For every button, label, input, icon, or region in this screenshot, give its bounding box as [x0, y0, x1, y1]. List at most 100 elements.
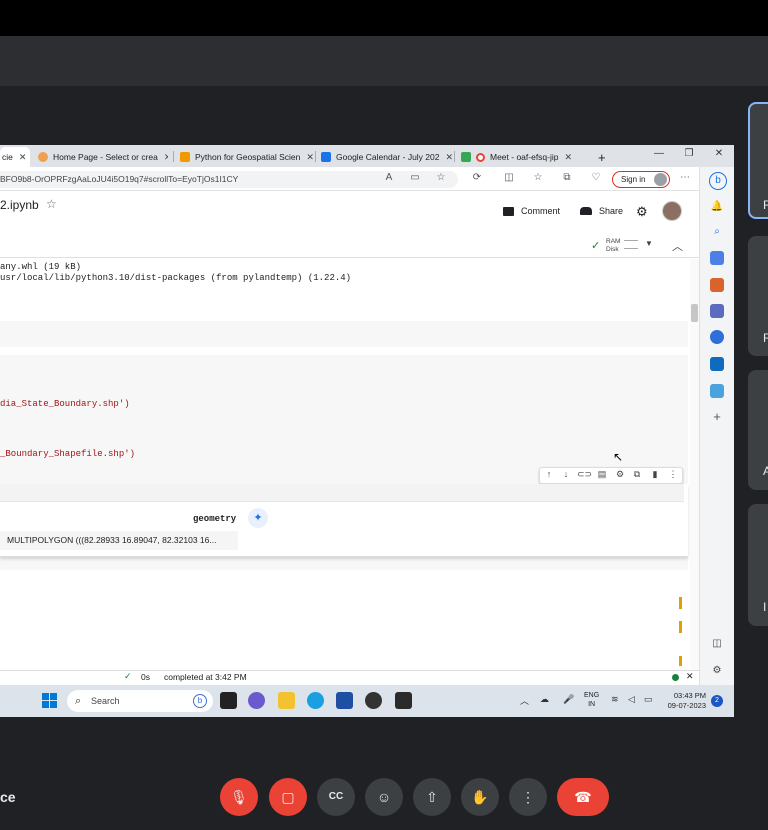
office-icon[interactable]: [710, 330, 724, 344]
mirror-cell-icon[interactable]: ⧉: [630, 469, 644, 480]
shield-icon[interactable]: ♡: [589, 172, 603, 183]
tab-colab[interactable]: cie ✕: [0, 147, 30, 167]
microphone-icon[interactable]: 🎤: [563, 694, 574, 705]
search-icon[interactable]: ⌕: [710, 225, 724, 239]
wifi-icon[interactable]: ≋: [611, 694, 619, 705]
raise-hand-button[interactable]: ✋: [461, 778, 499, 816]
move-down-icon[interactable]: ↓: [559, 469, 573, 479]
close-icon[interactable]: ✕: [19, 152, 27, 163]
dell-icon[interactable]: [365, 692, 382, 709]
empty-code-cell[interactable]: [0, 321, 688, 347]
resource-bars: [624, 240, 638, 256]
participant-tile[interactable]: R: [748, 236, 768, 356]
geometry-value-cell: MULTIPOLYGON (((82.28933 16.89047, 82.32…: [0, 531, 238, 550]
favorite-star-icon[interactable]: ☆: [434, 172, 448, 183]
avatar[interactable]: [662, 201, 682, 221]
close-icon[interactable]: ✕: [164, 152, 168, 163]
games-icon[interactable]: [710, 304, 724, 318]
close-icon[interactable]: ✕: [306, 152, 314, 163]
immersive-reader-icon[interactable]: ▭: [408, 172, 422, 183]
participant-tile[interactable]: I: [748, 504, 768, 626]
extension-icon[interactable]: ⟳: [470, 172, 484, 183]
sidebar-toggle-icon[interactable]: ◫: [710, 637, 724, 651]
store-icon[interactable]: [336, 692, 353, 709]
comment-button[interactable]: Comment: [503, 206, 560, 216]
file-explorer-icon[interactable]: [278, 692, 295, 709]
scroll-thumb[interactable]: [691, 304, 698, 322]
phone-hangup-icon: ☎: [574, 789, 592, 805]
present-button[interactable]: ⇧: [413, 778, 451, 816]
add-icon[interactable]: +: [710, 410, 724, 424]
microphone-off-button[interactable]: 🎙: [220, 778, 258, 816]
terminal-icon[interactable]: [395, 692, 412, 709]
tab-google-calendar[interactable]: Google Calendar - July 202 ✕: [321, 147, 452, 167]
drop-icon[interactable]: [710, 384, 724, 398]
end-call-button[interactable]: ☎: [557, 778, 609, 816]
check-icon: ✓: [124, 671, 132, 681]
cell-settings-icon[interactable]: ⚙: [613, 469, 627, 480]
camera-off-button[interactable]: ▢: [269, 778, 307, 816]
notebook-title[interactable]: 2.ipynb: [0, 198, 39, 212]
battery-icon[interactable]: ▭: [644, 694, 653, 705]
delete-icon[interactable]: ▮: [648, 469, 662, 480]
close-icon[interactable]: ✕: [445, 152, 452, 163]
windows-start-icon[interactable]: [42, 693, 58, 709]
close-icon[interactable]: ✕: [565, 152, 573, 163]
chevron-up-icon[interactable]: ︿: [520, 694, 529, 707]
gear-icon[interactable]: ⚙: [636, 204, 648, 220]
sign-in-button[interactable]: Sign in: [612, 171, 670, 188]
comment-cell-icon[interactable]: ▤: [595, 469, 609, 480]
participant-tile[interactable]: A: [748, 370, 768, 490]
link-icon[interactable]: ⊂⊃: [577, 469, 592, 480]
edge-browser-icon[interactable]: [307, 692, 324, 709]
speaker-icon[interactable]: ◁: [628, 694, 635, 705]
mouse-pointer-icon: ↖: [613, 450, 624, 464]
captions-button[interactable]: CC: [317, 778, 355, 816]
taskbar-search[interactable]: ⌕ Search b: [67, 690, 213, 712]
top-band: [0, 36, 768, 86]
profile-avatar-icon: [654, 173, 667, 186]
clock-time: 03:43 PM: [673, 691, 706, 700]
task-view-icon[interactable]: [220, 692, 237, 709]
more-options-icon[interactable]: ⋯: [678, 172, 692, 183]
language-indicator[interactable]: ENG IN: [584, 691, 599, 709]
magic-wand-icon[interactable]: ✦: [248, 508, 268, 528]
window-close-icon[interactable]: ✕: [712, 148, 726, 159]
execution-marker: [679, 597, 682, 609]
minimize-icon[interactable]: —: [652, 148, 666, 159]
resource-labels[interactable]: RAM Disk: [606, 238, 620, 254]
notification-badge[interactable]: 2: [711, 695, 723, 707]
tab-meet[interactable]: Meet - oaf-efsq-jip ✕: [461, 147, 595, 167]
search-icon: ⌕: [75, 695, 82, 707]
move-up-icon[interactable]: ↑: [542, 469, 556, 479]
settings-gear-icon[interactable]: ⚙: [710, 664, 724, 678]
tab-python-geospatial[interactable]: Python for Geospatial Scien ✕: [180, 147, 314, 167]
favorites-icon[interactable]: ☆: [531, 172, 545, 183]
more-vert-icon[interactable]: ⋮: [666, 469, 680, 480]
reactions-button[interactable]: ☺: [365, 778, 403, 816]
shopping-tag-icon[interactable]: [710, 251, 724, 265]
python-course-favicon-icon: [180, 152, 190, 162]
restore-icon[interactable]: ❐: [682, 148, 696, 159]
share-button[interactable]: Share: [580, 206, 623, 216]
more-options-button[interactable]: ⋮: [509, 778, 547, 816]
cloud-icon[interactable]: ☁: [540, 694, 549, 705]
participant-tile[interactable]: R: [748, 102, 768, 219]
collections-icon[interactable]: ⧉: [560, 172, 574, 183]
outlook-icon[interactable]: [710, 357, 724, 371]
tools-icon[interactable]: [710, 278, 724, 292]
execution-marker: [679, 621, 682, 633]
star-icon[interactable]: ☆: [46, 197, 57, 211]
bing-copilot-icon[interactable]: b: [709, 172, 727, 190]
chevron-up-icon[interactable]: ︿: [672, 238, 683, 254]
bell-icon[interactable]: 🔔: [710, 200, 724, 214]
tab-home-page[interactable]: Home Page - Select or crea ✕: [38, 147, 168, 167]
split-screen-icon[interactable]: ◫: [502, 172, 516, 183]
read-aloud-icon[interactable]: A: [382, 172, 396, 183]
new-tab-button[interactable]: +: [598, 147, 612, 167]
notebook-scrollbar[interactable]: [690, 259, 699, 670]
teams-chat-icon[interactable]: [248, 692, 265, 709]
chevron-down-icon[interactable]: ▼: [645, 239, 653, 248]
close-icon[interactable]: ✕: [686, 671, 694, 682]
taskbar-clock[interactable]: 03:43 PM 09-07-2023: [666, 691, 706, 711]
